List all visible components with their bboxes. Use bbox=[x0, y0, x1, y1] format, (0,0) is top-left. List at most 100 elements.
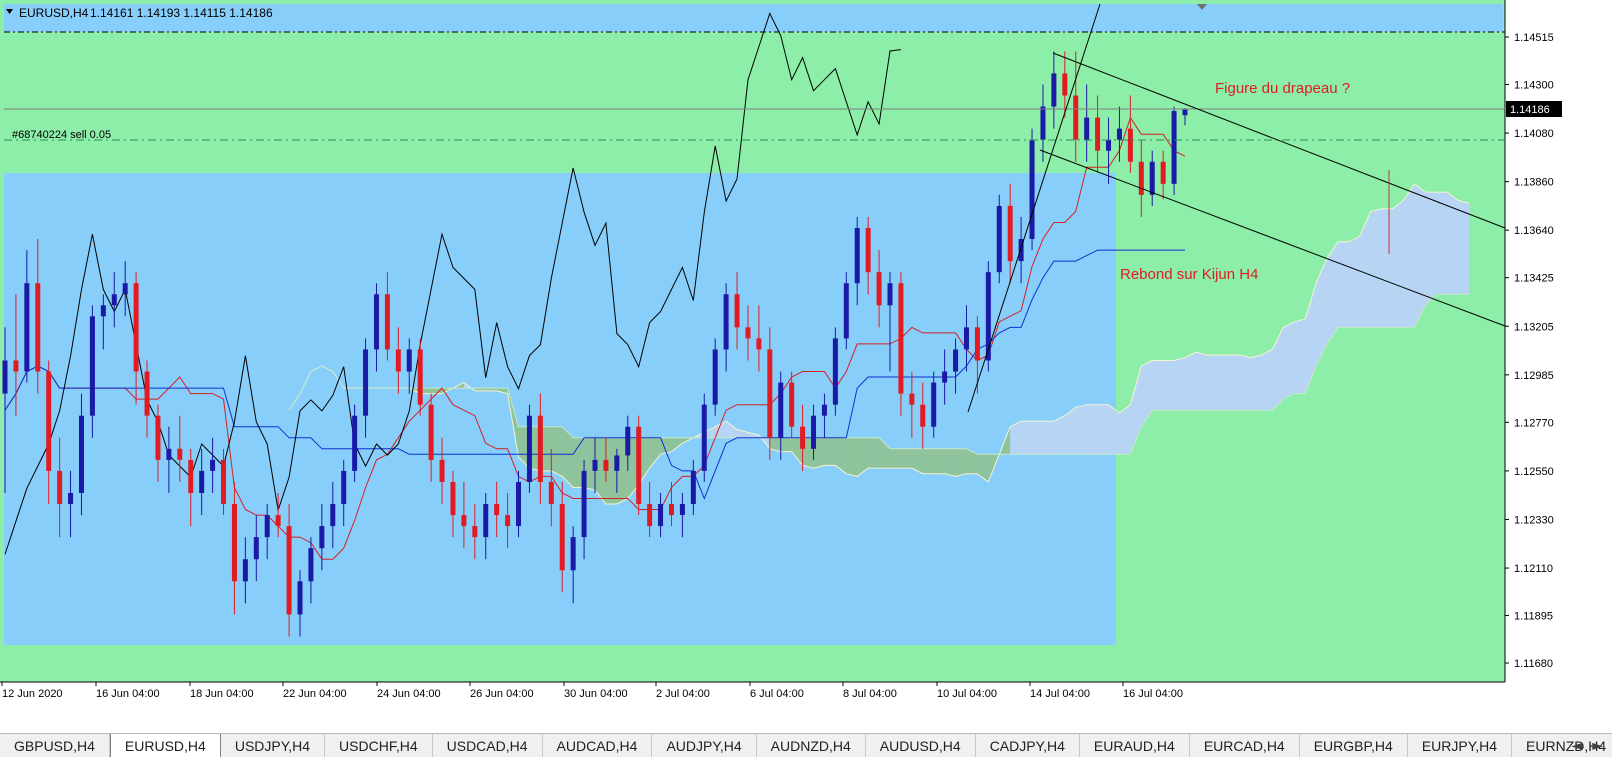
candle-body bbox=[1116, 128, 1122, 140]
symbol-tab[interactable]: AUDUSD,H4 bbox=[866, 734, 976, 757]
candle-body bbox=[570, 537, 576, 571]
y-tick-label: 1.14080 bbox=[1514, 128, 1554, 140]
candle-body bbox=[516, 481, 522, 527]
y-tick-label: 1.12330 bbox=[1514, 514, 1554, 526]
symbol-tab[interactable]: AUDJPY,H4 bbox=[652, 734, 757, 757]
candle-body bbox=[35, 283, 41, 372]
candle-body bbox=[953, 349, 959, 372]
kumo-segment bbox=[1152, 360, 1164, 411]
symbol-tab[interactable]: USDCAD,H4 bbox=[433, 734, 543, 757]
x-tick-label: 14 Jul 04:00 bbox=[1030, 688, 1090, 700]
candle-body bbox=[690, 470, 696, 505]
kumo-segment bbox=[1414, 183, 1426, 328]
candle-body bbox=[887, 283, 893, 306]
kumo-segment bbox=[780, 437, 792, 452]
y-tick-label: 1.12770 bbox=[1514, 417, 1554, 429]
kumo-segment bbox=[1195, 352, 1207, 411]
y-tick-label: 1.11895 bbox=[1514, 611, 1553, 623]
kumo-segment bbox=[1032, 421, 1043, 455]
tab-navigation: ◄ ► bbox=[1569, 737, 1606, 754]
candle-body bbox=[1073, 95, 1079, 140]
symbol-tab[interactable]: EURAUD,H4 bbox=[1080, 734, 1190, 757]
symbol-tab[interactable]: CADJPY,H4 bbox=[976, 734, 1080, 757]
tab-scroll-left-icon[interactable]: ◄ bbox=[1569, 738, 1586, 754]
candle-body bbox=[996, 205, 1002, 273]
kumo-segment bbox=[1327, 241, 1338, 344]
x-tick-label: 24 Jun 04:00 bbox=[377, 688, 441, 700]
candle-body bbox=[253, 537, 259, 560]
kumo-segment bbox=[824, 437, 836, 466]
candle-body bbox=[100, 305, 106, 317]
y-tick-label: 1.13860 bbox=[1514, 177, 1554, 189]
candle-body bbox=[614, 455, 620, 471]
kumo-segment bbox=[1086, 404, 1098, 455]
kumo-segment bbox=[944, 448, 956, 477]
symbol-tab[interactable]: EURGBP,H4 bbox=[1300, 734, 1408, 757]
y-tick-label: 1.14300 bbox=[1514, 79, 1554, 91]
kumo-segment bbox=[890, 448, 901, 469]
candle-body bbox=[843, 283, 849, 339]
kumo-segment bbox=[1228, 355, 1240, 411]
annotation-flag[interactable]: Figure du drapeau ? bbox=[1215, 80, 1350, 97]
symbol-tab[interactable]: AUDCAD,H4 bbox=[543, 734, 653, 757]
kumo-segment bbox=[1348, 236, 1360, 328]
x-tick-label: 2 Jul 04:00 bbox=[656, 688, 710, 700]
candle-body bbox=[1106, 139, 1112, 151]
x-tick-label: 10 Jul 04:00 bbox=[937, 688, 997, 700]
symbol-tab[interactable]: USDJPY,H4 bbox=[221, 734, 326, 757]
candle-body bbox=[188, 459, 194, 493]
tab-scroll-right-icon[interactable]: ► bbox=[1589, 738, 1606, 754]
candle-body bbox=[581, 470, 587, 538]
kumo-segment bbox=[868, 437, 880, 469]
price-chart[interactable]: EURUSD,H4 1.14161 1.14193 1.14115 1.1418… bbox=[0, 0, 1612, 733]
x-tick-label: 22 Jun 04:00 bbox=[283, 688, 347, 700]
candle-body bbox=[526, 415, 532, 482]
annotation-kijun[interactable]: Rebond sur Kijun H4 bbox=[1120, 266, 1258, 283]
kumo-segment bbox=[431, 388, 442, 394]
candle-body bbox=[800, 426, 806, 449]
candle-body bbox=[494, 504, 500, 516]
candle-body bbox=[909, 393, 915, 405]
kumo-segment bbox=[605, 437, 617, 504]
candle-body bbox=[308, 548, 314, 582]
kumo-segment bbox=[1338, 241, 1349, 328]
candle-body bbox=[1051, 73, 1057, 107]
kumo-segment bbox=[1436, 192, 1448, 295]
candle-body bbox=[1171, 110, 1177, 184]
current-price-value: 1.14186 bbox=[1510, 104, 1550, 116]
candle-body bbox=[647, 504, 653, 527]
candle-body bbox=[439, 459, 445, 482]
kumo-segment bbox=[1425, 192, 1437, 306]
candle-body bbox=[13, 360, 19, 372]
symbol-tab[interactable]: USDCHF,H4 bbox=[325, 734, 433, 757]
candle-body bbox=[789, 382, 795, 427]
candle-body bbox=[352, 415, 358, 471]
candle-body bbox=[395, 349, 401, 372]
x-tick-label: 16 Jun 04:00 bbox=[96, 688, 160, 700]
candle-body bbox=[319, 526, 325, 549]
candle-body bbox=[166, 448, 172, 460]
candle-body bbox=[2, 360, 8, 394]
symbol-tab[interactable]: EURJPY,H4 bbox=[1408, 734, 1513, 757]
candle-body bbox=[363, 349, 369, 416]
kumo-segment bbox=[1239, 355, 1251, 411]
symbol-tab[interactable]: AUDNZD,H4 bbox=[757, 734, 866, 757]
candle-body bbox=[548, 481, 554, 505]
candle-body bbox=[111, 294, 117, 306]
x-tick-label: 6 Jul 04:00 bbox=[750, 688, 804, 700]
candle-body bbox=[286, 526, 292, 615]
candle-body bbox=[636, 426, 642, 505]
candle-body bbox=[701, 404, 707, 471]
candle-body bbox=[275, 515, 281, 527]
candle-body bbox=[898, 283, 904, 394]
symbol-tab[interactable]: EURUSD,H4 bbox=[109, 734, 221, 757]
candle-body bbox=[89, 316, 95, 416]
candle-body bbox=[450, 481, 456, 516]
x-tick-label: 8 Jul 04:00 bbox=[843, 688, 897, 700]
symbol-tab[interactable]: EURCAD,H4 bbox=[1190, 734, 1300, 757]
candle-body bbox=[1007, 205, 1013, 262]
candle-body bbox=[122, 283, 128, 295]
candle-body bbox=[679, 504, 685, 516]
symbol-tab[interactable]: GBPUSD,H4 bbox=[0, 734, 110, 757]
candle-body bbox=[1040, 106, 1046, 140]
